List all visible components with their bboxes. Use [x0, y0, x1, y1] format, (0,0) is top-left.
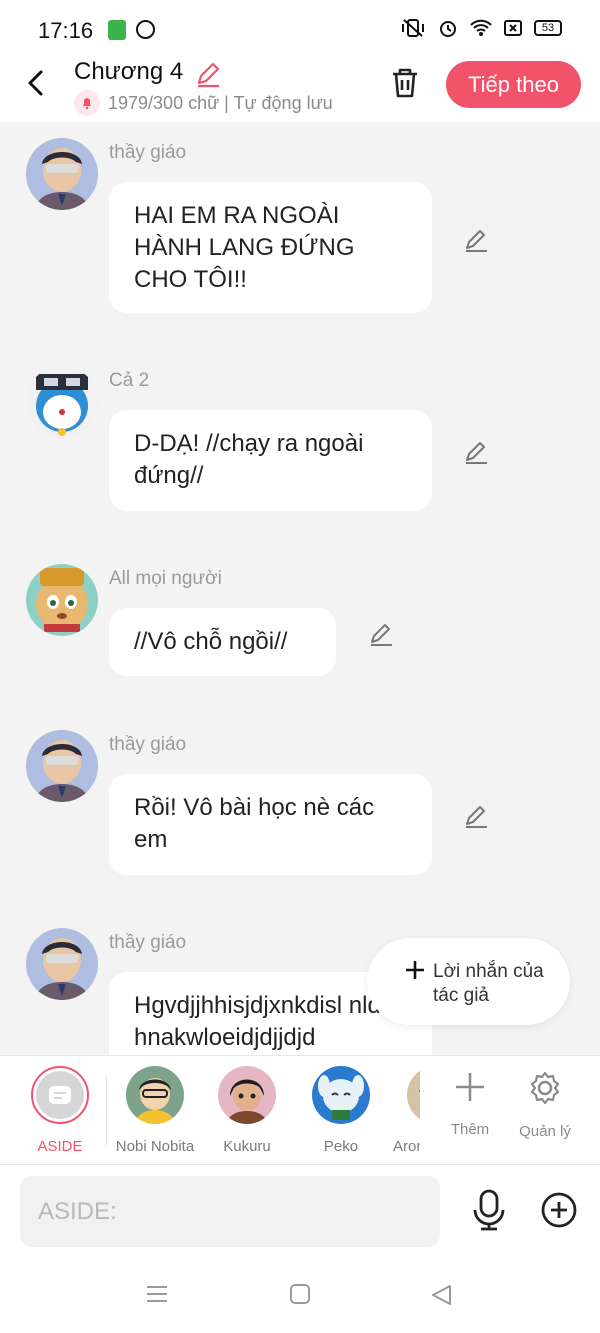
character-name: Kukuru — [223, 1138, 271, 1155]
app-icon — [108, 20, 126, 40]
avatar[interactable] — [26, 366, 98, 438]
plus-icon — [456, 1073, 484, 1101]
character-peko[interactable]: Peko — [311, 1066, 371, 1155]
manage-button[interactable]: Quản lý — [510, 1070, 580, 1140]
sim-icon — [504, 20, 522, 36]
bell-icon — [74, 90, 100, 116]
autosave-row: 1979/300 chữ | Tự động lưu — [74, 90, 333, 116]
character-kukuru[interactable]: Kukuru — [214, 1066, 280, 1155]
alarm-icon — [440, 21, 456, 37]
message-sender: thầy giáo — [109, 932, 187, 953]
message-sender: All mọi người — [109, 568, 222, 589]
character-name: Nobi Nobita — [115, 1138, 195, 1155]
message-sender: thầy giáo — [109, 142, 187, 163]
mute-vibrate-icon — [402, 19, 424, 37]
avatar — [312, 1066, 370, 1124]
gear-icon — [530, 1071, 560, 1105]
input-area — [0, 1165, 600, 1263]
battery-icon: 53 — [534, 20, 562, 36]
add-character-button[interactable]: Thêm — [435, 1070, 505, 1138]
message-bubble[interactable]: Rồi! Vô bài học nè các em — [109, 774, 432, 875]
aside-input[interactable] — [20, 1176, 440, 1247]
edit-message-icon[interactable] — [462, 802, 490, 830]
edit-message-icon[interactable] — [462, 226, 490, 254]
character-nobita[interactable]: Nobi Nobita — [112, 1066, 198, 1155]
avatar — [407, 1066, 420, 1124]
status-bar: 17:16 53 — [0, 0, 600, 58]
chapter-title: Chương 4 — [74, 58, 184, 85]
character-name: ASIDE — [37, 1138, 83, 1155]
add-label: Thêm — [450, 1121, 490, 1138]
microphone-icon[interactable] — [470, 1189, 508, 1231]
status-time: 17:16 — [38, 18, 94, 43]
word-count-status: 1979/300 chữ | Tự động lưu — [108, 92, 333, 113]
back-button[interactable] — [22, 68, 52, 98]
avatar[interactable] — [26, 730, 98, 802]
character-selector: ASIDE Nobi Nobita Kukuru Peko Aron Thêm … — [0, 1055, 600, 1165]
pinterest-icon — [136, 20, 155, 39]
back-nav-icon[interactable] — [430, 1283, 454, 1307]
aside-icon — [36, 1071, 84, 1119]
message-sender: Cả 2 — [109, 370, 150, 391]
trash-icon[interactable] — [388, 66, 422, 100]
chapter-header: Chương 4 1979/300 chữ | Tự động lưu Tiếp… — [0, 58, 600, 122]
character-aron[interactable]: Aron — [393, 1066, 420, 1155]
add-circle-icon[interactable] — [540, 1191, 578, 1229]
system-nav-bar — [0, 1263, 600, 1333]
edit-title-icon[interactable] — [194, 60, 222, 88]
next-button[interactable]: Tiếp theo — [446, 61, 581, 108]
message-bubble[interactable]: HAI EM RA NGOÀI HÀNH LANG ĐỨNG CHO TÔI!! — [109, 182, 432, 313]
avatar — [218, 1066, 276, 1124]
menu-icon[interactable] — [146, 1283, 168, 1305]
author-note-button[interactable]: Lời nhắn của tác giả — [367, 938, 570, 1025]
wifi-icon — [470, 19, 492, 36]
character-name: Aron — [393, 1138, 420, 1155]
plus-icon — [406, 961, 424, 979]
avatar[interactable] — [26, 928, 98, 1000]
divider — [106, 1076, 107, 1146]
author-note-label: Lời nhắn của tác giả — [433, 961, 544, 1006]
edit-message-icon[interactable] — [367, 620, 395, 648]
character-name: Peko — [323, 1138, 359, 1155]
message-bubble[interactable]: //Vô chỗ ngồi// — [109, 608, 336, 676]
home-icon[interactable] — [289, 1283, 311, 1305]
character-aside[interactable]: ASIDE — [30, 1066, 90, 1155]
manage-label: Quản lý — [519, 1123, 571, 1140]
message-sender: thầy giáo — [109, 734, 187, 755]
message-bubble[interactable]: D-DẠ! //chạy ra ngoài đứng// — [109, 410, 432, 511]
avatar — [126, 1066, 184, 1124]
avatar[interactable] — [26, 564, 98, 636]
avatar[interactable] — [26, 138, 98, 210]
edit-message-icon[interactable] — [462, 438, 490, 466]
